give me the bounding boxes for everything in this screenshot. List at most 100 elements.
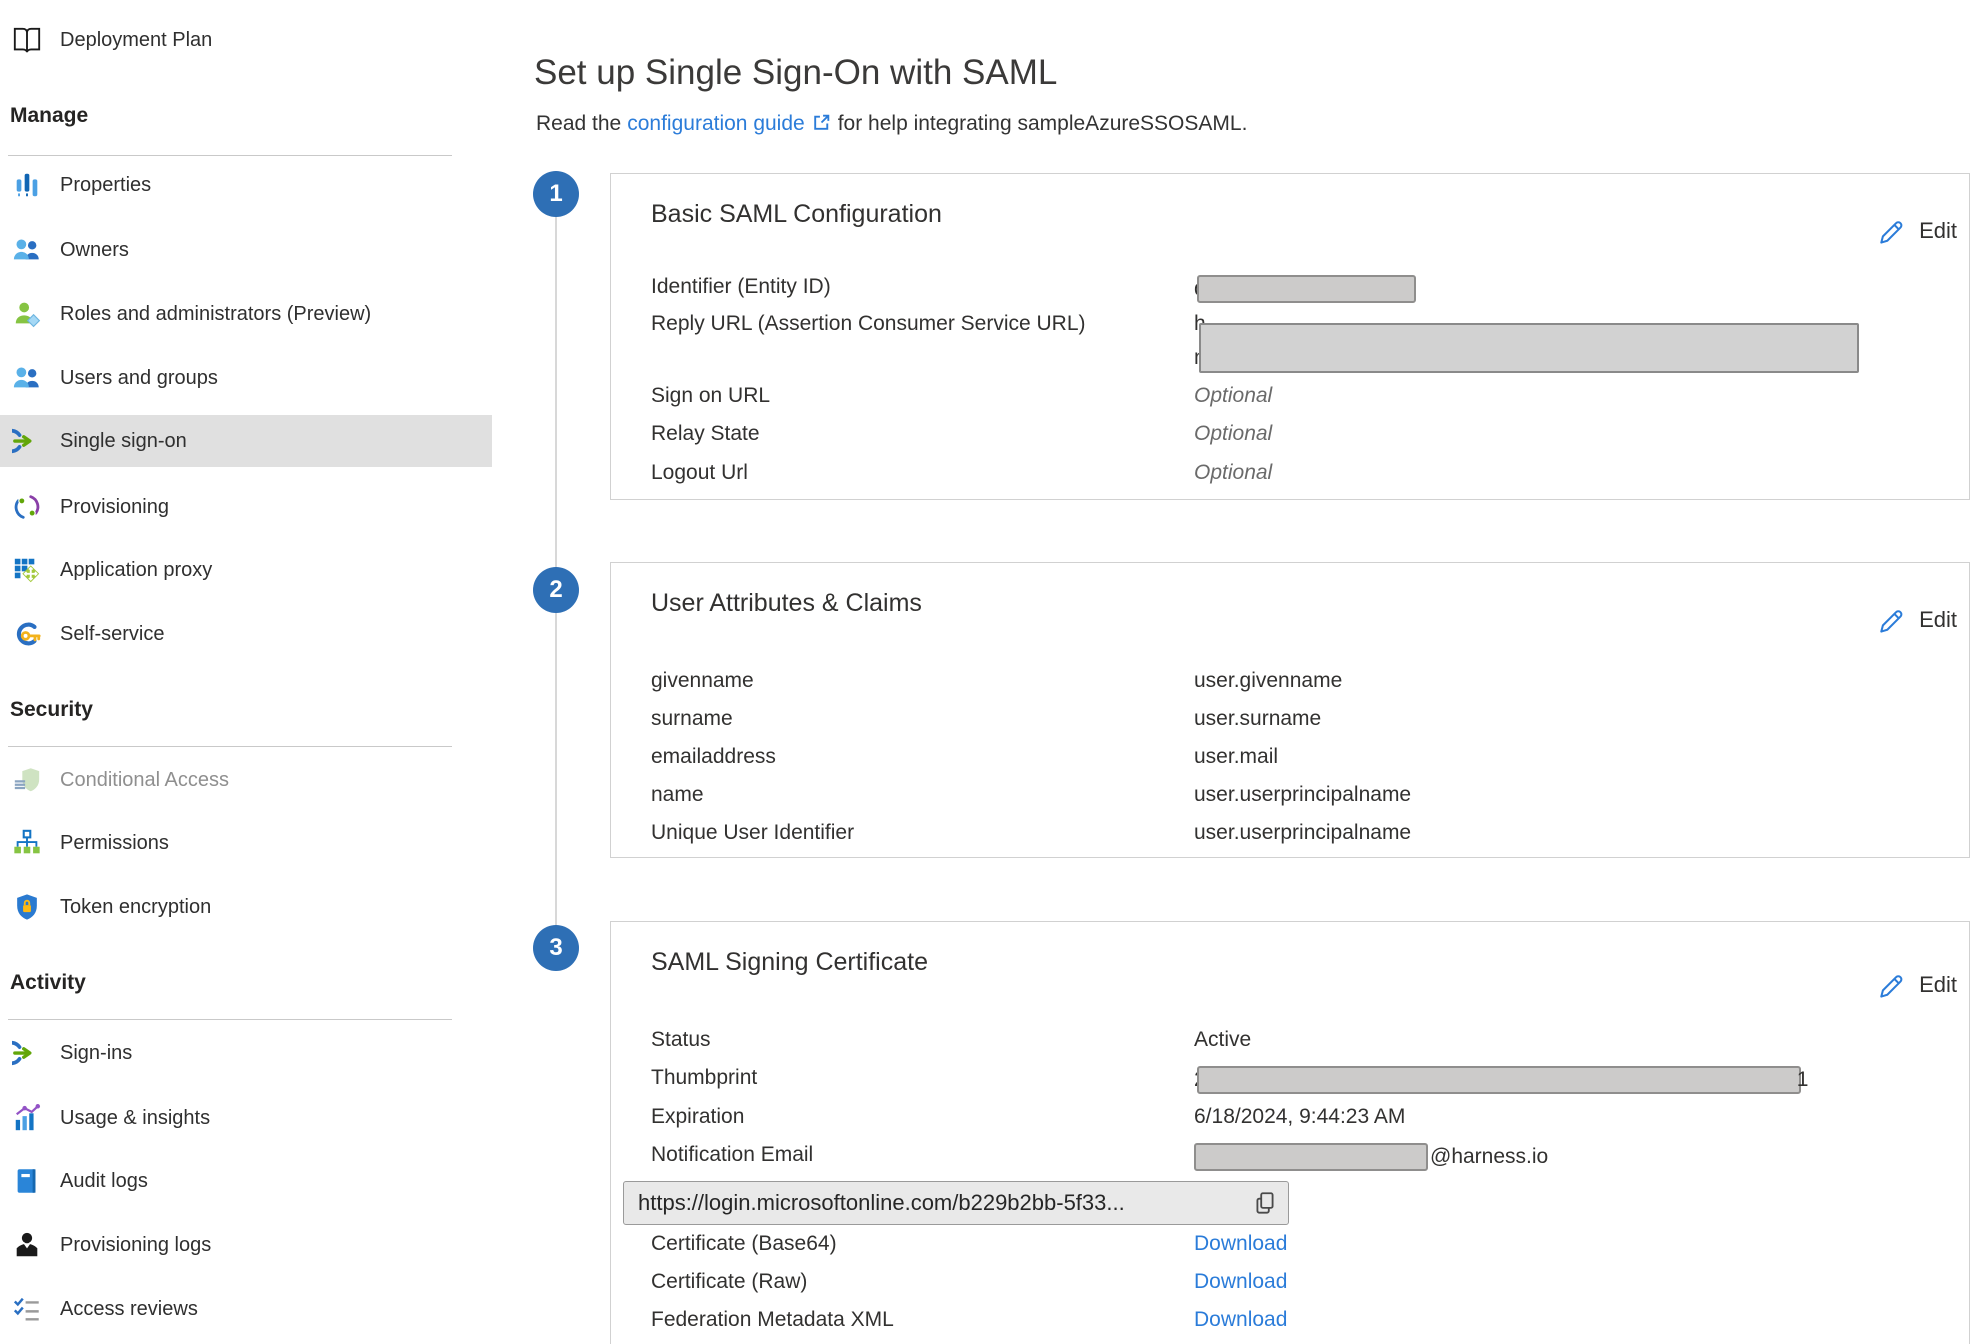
redaction-box bbox=[1197, 1066, 1801, 1094]
app-federation-metadata-url-field[interactable]: https://login.microsoftonline.com/b229b2… bbox=[623, 1181, 1289, 1225]
claim-name: givenname bbox=[651, 669, 1194, 693]
sidebar-item-deployment-plan[interactable]: Deployment Plan bbox=[0, 14, 492, 66]
divider bbox=[8, 155, 452, 156]
sidebar-item-label: Self-service bbox=[60, 623, 164, 646]
provisioning-sync-icon bbox=[12, 492, 42, 522]
sidebar-item-token-encryption[interactable]: Token encryption bbox=[0, 881, 492, 933]
sidebar-item-label: Access reviews bbox=[60, 1298, 198, 1321]
card-title: User Attributes & Claims bbox=[651, 589, 922, 618]
sidebar-item-label: Users and groups bbox=[60, 367, 218, 390]
claim-name: emailaddress bbox=[651, 745, 1194, 769]
sidebar-section-security: Security bbox=[10, 698, 93, 722]
redacted-suffix: 1 bbox=[1797, 1068, 1809, 1092]
field-value-optional: Optional bbox=[1194, 461, 1272, 485]
people-icon bbox=[12, 363, 42, 393]
sidebar-item-permissions[interactable]: Permissions bbox=[0, 817, 492, 869]
sidebar-item-conditional-access[interactable]: Conditional Access bbox=[0, 754, 492, 806]
application-proxy-grid-icon bbox=[12, 555, 42, 585]
sidebar-item-label: Roles and administrators (Preview) bbox=[60, 303, 371, 326]
properties-sliders-icon bbox=[12, 170, 42, 200]
sidebar-item-single-sign-on[interactable]: Single sign-on bbox=[0, 415, 492, 467]
shield-list-icon bbox=[12, 765, 42, 795]
sidebar-item-label: Token encryption bbox=[60, 896, 211, 919]
download-certificate-base64-link[interactable]: Download bbox=[1194, 1232, 1287, 1256]
field-row: Certificate (Raw) Download bbox=[651, 1270, 1287, 1294]
claim-value: user.givenname bbox=[1194, 669, 1342, 693]
sidebar-item-label: Provisioning bbox=[60, 496, 169, 519]
step-number-1: 1 bbox=[533, 171, 579, 217]
edit-basic-saml-button[interactable]: Edit bbox=[1877, 216, 1957, 246]
sidebar-item-access-reviews[interactable]: Access reviews bbox=[0, 1283, 492, 1335]
claim-row: name user.userprincipalname bbox=[651, 783, 1411, 807]
configuration-guide-link[interactable]: configuration guide bbox=[627, 112, 804, 136]
redaction-box bbox=[1199, 323, 1859, 373]
sidebar-item-provisioning[interactable]: Provisioning bbox=[0, 481, 492, 533]
intro-line: Read the configuration guide for help in… bbox=[536, 112, 1247, 136]
field-label: Thumbprint bbox=[651, 1066, 1194, 1090]
checklist-icon bbox=[12, 1294, 42, 1324]
sidebar-item-roles-administrators[interactable]: Roles and administrators (Preview) bbox=[0, 288, 492, 340]
edit-claims-button[interactable]: Edit bbox=[1877, 605, 1957, 635]
sidebar-item-self-service[interactable]: Self-service bbox=[0, 608, 492, 660]
field-label: Logout Url bbox=[651, 461, 1194, 485]
claim-row: Unique User Identifier user.userprincipa… bbox=[651, 821, 1411, 845]
redaction-box bbox=[1194, 1143, 1428, 1171]
field-value: q bbox=[1194, 275, 1416, 303]
field-row: Reply URL (Assertion Consumer Service UR… bbox=[651, 312, 1894, 378]
external-link-icon bbox=[811, 112, 832, 136]
sidebar-item-application-proxy[interactable]: Application proxy bbox=[0, 544, 492, 596]
person-log-icon bbox=[12, 1230, 42, 1260]
copy-icon[interactable] bbox=[1252, 1190, 1278, 1216]
sidebar-item-users-groups[interactable]: Users and groups bbox=[0, 352, 492, 404]
sidebar-item-usage-insights[interactable]: Usage & insights bbox=[0, 1092, 492, 1144]
pencil-icon bbox=[1877, 970, 1907, 1000]
field-label: Reply URL (Assertion Consumer Service UR… bbox=[651, 312, 1194, 336]
redacted-suffix: @harness.io bbox=[1430, 1145, 1548, 1169]
sidebar-item-label: Sign-ins bbox=[60, 1042, 132, 1065]
step-number-3: 3 bbox=[533, 925, 579, 971]
sidebar-section-manage: Manage bbox=[10, 104, 88, 128]
field-value-optional: Optional bbox=[1194, 422, 1272, 446]
field-label: Federation Metadata XML bbox=[651, 1308, 1194, 1332]
divider bbox=[8, 1019, 452, 1020]
edit-certificate-button[interactable]: Edit bbox=[1877, 970, 1957, 1000]
key-icon bbox=[12, 619, 42, 649]
field-label: Status bbox=[651, 1028, 1194, 1052]
sidebar-item-label: Permissions bbox=[60, 832, 169, 855]
redacted-multiline-value: h n bbox=[1194, 312, 1894, 378]
card-title: SAML Signing Certificate bbox=[651, 948, 928, 977]
claim-name: Unique User Identifier bbox=[651, 821, 1194, 845]
sidebar-item-sign-ins[interactable]: Sign-ins bbox=[0, 1027, 492, 1079]
sidebar-item-audit-logs[interactable]: Audit logs bbox=[0, 1155, 492, 1207]
claim-value: user.surname bbox=[1194, 707, 1321, 731]
claim-value: user.mail bbox=[1194, 745, 1278, 769]
saml-signing-certificate-card: SAML Signing Certificate Edit Status Act… bbox=[610, 921, 1970, 1344]
certificate-status-value: Active bbox=[1194, 1028, 1251, 1052]
step-number-2: 2 bbox=[533, 567, 579, 613]
pencil-icon bbox=[1877, 605, 1907, 635]
field-row: Status Active bbox=[651, 1028, 1251, 1052]
field-label: Relay State bbox=[651, 422, 1194, 446]
sidebar-item-provisioning-logs[interactable]: Provisioning logs bbox=[0, 1219, 492, 1271]
field-row: Notification Email r @harness.io bbox=[651, 1143, 1548, 1171]
sidebar-item-label: Application proxy bbox=[60, 559, 212, 582]
download-federation-metadata-link[interactable]: Download bbox=[1194, 1308, 1287, 1332]
sidebar-section-activity: Activity bbox=[10, 971, 86, 995]
sidebar-item-properties[interactable]: Properties bbox=[0, 159, 492, 211]
claim-row: emailaddress user.mail bbox=[651, 745, 1278, 769]
sidebar-item-label: Owners bbox=[60, 239, 129, 262]
field-row: Certificate (Base64) Download bbox=[651, 1232, 1287, 1256]
field-row: Identifier (Entity ID) q bbox=[651, 275, 1416, 303]
people-icon bbox=[12, 235, 42, 265]
download-certificate-raw-link[interactable]: Download bbox=[1194, 1270, 1287, 1294]
field-row: Relay State Optional bbox=[651, 422, 1272, 446]
field-row: Federation Metadata XML Download bbox=[651, 1308, 1287, 1332]
field-value-optional: Optional bbox=[1194, 384, 1272, 408]
sidebar-item-owners[interactable]: Owners bbox=[0, 224, 492, 276]
edit-label: Edit bbox=[1919, 607, 1957, 633]
user-attributes-claims-card: User Attributes & Claims Edit givenname … bbox=[610, 562, 1970, 858]
expiration-value: 6/18/2024, 9:44:23 AM bbox=[1194, 1105, 1405, 1129]
field-label: Certificate (Base64) bbox=[651, 1232, 1194, 1256]
chart-insights-icon bbox=[12, 1103, 42, 1133]
sidebar-item-label: Provisioning logs bbox=[60, 1234, 211, 1257]
